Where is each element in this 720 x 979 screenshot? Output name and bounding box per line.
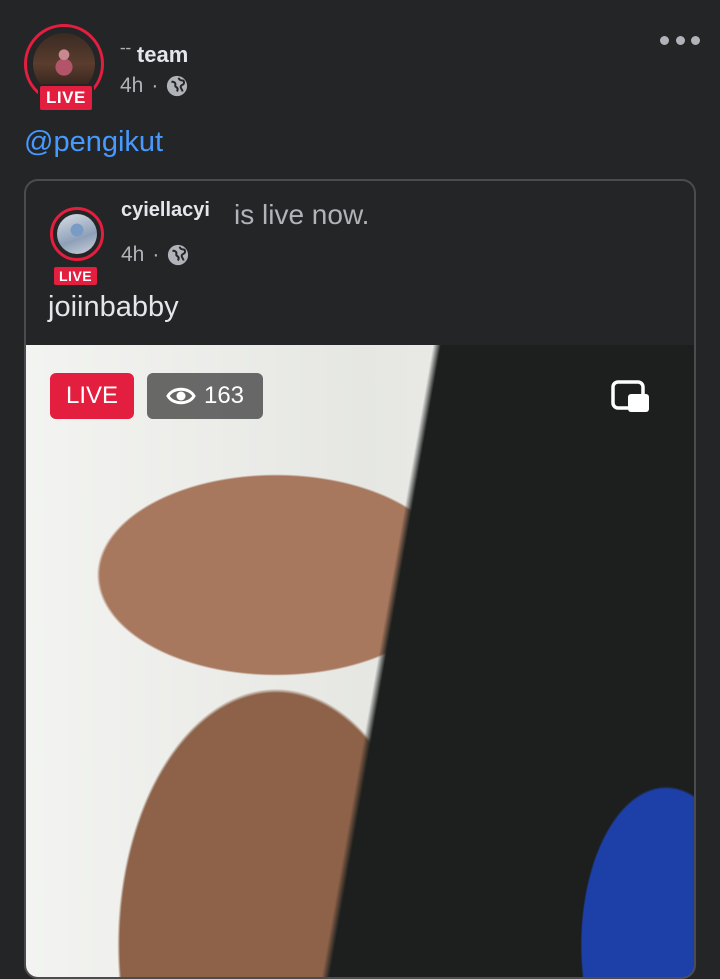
shared-post-time[interactable]: 4h <box>121 243 144 267</box>
shared-author-name[interactable]: cyiellacyi <box>121 199 210 222</box>
post-header: LIVE ᐨᐨ team 4h · <box>0 0 720 120</box>
author-prefix: ᐨᐨ <box>120 43 131 59</box>
mention-link[interactable]: @pengikut <box>24 126 163 159</box>
author-name-text: team <box>136 42 189 67</box>
more-dot <box>675 35 685 45</box>
viewer-count: 163 <box>203 382 245 409</box>
shared-meta-separator: · <box>152 243 160 266</box>
eye-icon <box>166 387 196 405</box>
author-name[interactable]: ᐨᐨ team <box>120 42 188 68</box>
more-dots-icon <box>660 35 669 45</box>
shared-live-status: is live now. <box>234 199 370 230</box>
live-badge: LIVE <box>50 373 134 419</box>
more-options-button[interactable] <box>656 28 704 52</box>
avatar-live-badge: LIVE <box>38 84 94 112</box>
viewer-count-badge: 163 <box>147 373 263 419</box>
globe-icon <box>168 244 189 266</box>
post-meta: 4h · <box>120 74 188 98</box>
picture-in-picture-icon[interactable] <box>610 379 652 415</box>
shared-avatar-image <box>57 214 97 254</box>
post-time[interactable]: 4h <box>120 74 143 98</box>
more-dot <box>691 35 700 45</box>
globe-icon <box>167 75 188 97</box>
live-video-player[interactable]: LIVE 163 <box>26 345 694 977</box>
shared-author-avatar[interactable] <box>50 207 104 261</box>
shared-caption: joiinbabby <box>48 291 179 323</box>
meta-separator: · <box>151 74 159 97</box>
shared-post-meta: 4h · <box>121 243 189 267</box>
shared-avatar-live-badge: LIVE <box>52 265 100 287</box>
shared-post-card[interactable]: LIVE cyiellacyi is live now. 4h · joiinb… <box>24 179 696 979</box>
